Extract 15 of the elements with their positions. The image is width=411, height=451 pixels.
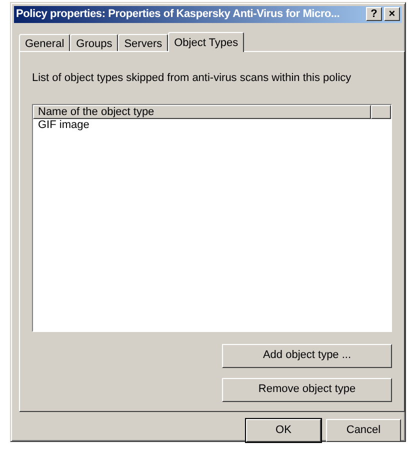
list-item[interactable]: GIF image — [33, 119, 391, 132]
action-button[interactable]: Remove object type — [222, 378, 392, 402]
action-button[interactable]: Add object type ... — [222, 344, 392, 368]
help-button[interactable]: ? — [366, 7, 382, 22]
cancel-button[interactable]: Cancel — [326, 418, 401, 442]
description-text: List of object types skipped from anti-virus scans within this policy — [32, 70, 352, 86]
tab[interactable]: Servers — [118, 34, 168, 50]
tab[interactable]: General — [19, 34, 70, 50]
close-button[interactable]: × — [384, 7, 400, 22]
tab[interactable]: Groups — [70, 34, 118, 50]
column-header[interactable] — [371, 105, 391, 119]
tab[interactable]: Object Types — [168, 32, 244, 52]
column-header[interactable]: Name of the object type — [33, 105, 371, 119]
ok-button[interactable]: OK — [246, 418, 321, 442]
window-title: Policy properties: Properties of Kaspersky Anti-Virus for Micro... — [16, 7, 341, 22]
